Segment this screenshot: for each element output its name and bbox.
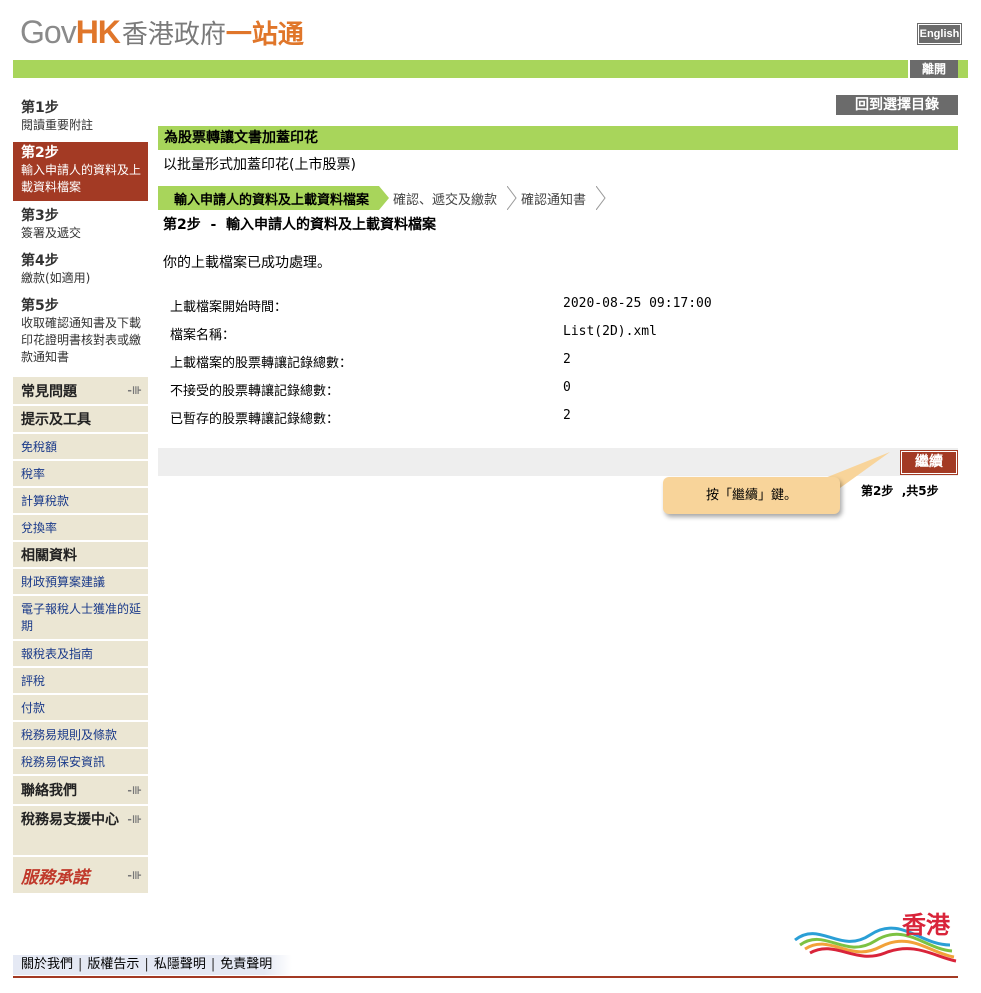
sidebar-item-extension[interactable]: 電子報稅人士獲准的延期 bbox=[13, 596, 148, 640]
expand-arrow-icon: -⊪ bbox=[127, 868, 142, 882]
detail-value-start-time: 2020-08-25 09:17:00 bbox=[563, 296, 712, 311]
govhk-logo[interactable]: Gov HK 香港政府 一站通 bbox=[20, 14, 304, 54]
expand-arrow-icon: -⊪ bbox=[127, 384, 142, 397]
sidebar-item-tax-calc[interactable]: 計算稅款 bbox=[13, 488, 148, 514]
progress-breadcrumb: 輸入申請人的資料及上載資料檔案 確認、遞交及繳款 確認通知書 bbox=[158, 186, 606, 210]
tooltip-callout: 按「繼續」鍵。 bbox=[663, 477, 840, 514]
sidebar-item-tax-rates[interactable]: 稅率 bbox=[13, 461, 148, 487]
english-button[interactable]: English bbox=[918, 24, 961, 44]
footer-divider bbox=[13, 976, 958, 978]
step-heading: 第2步 - 輸入申請人的資料及上載資料檔案 bbox=[163, 217, 437, 233]
detail-label-rejected-records: 不接受的股票轉讓記錄總數： bbox=[170, 384, 340, 399]
brand-hong-kong-text: 香港 bbox=[902, 911, 950, 939]
footer-link-disclaimer[interactable]: 免責聲明 bbox=[220, 955, 272, 975]
sidebar-contact-label: 聯絡我們 bbox=[21, 783, 77, 799]
sidebar-step-1: 第1步 閱讀重要附註 bbox=[13, 100, 148, 140]
success-message: 你的上載檔案已成功處理。 bbox=[163, 255, 331, 271]
breadcrumb-chevron-icon bbox=[379, 186, 390, 210]
sidebar-tips-label: 提示及工具 bbox=[21, 412, 91, 428]
brand-hong-kong-logo: 香港 bbox=[790, 905, 960, 965]
sidebar-item-allowances[interactable]: 免稅額 bbox=[13, 434, 148, 460]
detail-label-saved-records: 已暫存的股票轉讓記錄總數： bbox=[170, 412, 340, 427]
detail-value-total-records: 2 bbox=[563, 352, 571, 367]
sidebar-item-security[interactable]: 稅務易保安資訊 bbox=[13, 749, 148, 775]
step-desc: 輸入申請人的資料及上載資料檔案 bbox=[21, 163, 142, 194]
detail-label-total-records: 上載檔案的股票轉讓記錄總數： bbox=[170, 356, 353, 371]
breadcrumb-step-notice: 確認通知書 bbox=[521, 192, 587, 208]
step-desc: 簽署及遞交 bbox=[21, 226, 82, 240]
page-subtitle: 以批量形式加蓋印花(上市股票) bbox=[163, 157, 356, 173]
sidebar-tips-header: 提示及工具 bbox=[13, 406, 148, 433]
expand-arrow-icon: -⊪ bbox=[127, 813, 142, 826]
sidebar-step-5: 第5步 收取確認通知書及下載印花證明書核對表或繳款通知書 bbox=[13, 298, 148, 372]
step-desc: 繳款(如適用) bbox=[21, 271, 91, 285]
sidebar-related-label: 相關資料 bbox=[21, 547, 77, 564]
breadcrumb-step-confirm: 確認、遞交及繳款 bbox=[393, 192, 498, 208]
logo-zh-grey: 香港政府 bbox=[121, 19, 226, 49]
footer-links: 關於我們 | 版權告示 | 私隱聲明 | 免責聲明 bbox=[13, 955, 293, 975]
step-title: 第4步 bbox=[21, 253, 59, 269]
expand-arrow-icon: -⊪ bbox=[127, 783, 142, 797]
step-desc: 閱讀重要附註 bbox=[21, 118, 94, 132]
sidebar-item-assessment[interactable]: 評稅 bbox=[13, 668, 148, 694]
sidebar-item-tax-forms[interactable]: 報稅表及指南 bbox=[13, 641, 148, 667]
sidebar-support-label: 稅務易支援中心 bbox=[21, 812, 119, 828]
sidebar-contact[interactable]: 聯絡我們 -⊪ bbox=[13, 776, 148, 805]
sidebar-pledge[interactable]: 服務承諾 -⊪ bbox=[13, 857, 148, 894]
step-title: 第3步 bbox=[21, 208, 59, 224]
sidebar-item-payment[interactable]: 付款 bbox=[13, 695, 148, 721]
step-title: 第2步 bbox=[21, 145, 59, 161]
detail-label-start-time: 上載檔案開始時間： bbox=[170, 300, 288, 315]
detail-value-rejected-records: 0 bbox=[563, 380, 571, 395]
sidebar-faq[interactable]: 常見問題 -⊪ bbox=[13, 377, 148, 405]
sidebar-item-terms[interactable]: 稅務易規則及條款 bbox=[13, 722, 148, 748]
footer-link-copyright[interactable]: 版權告示 bbox=[87, 955, 139, 975]
sidebar-step-3: 第3步 簽署及遞交 bbox=[13, 208, 148, 248]
back-to-menu-button[interactable]: 回到選擇目錄 bbox=[836, 95, 958, 115]
sidebar-item-budget[interactable]: 財政預算案建議 bbox=[13, 569, 148, 595]
breadcrumb-step-upload: 輸入申請人的資料及上載資料檔案 bbox=[158, 186, 380, 210]
sidebar-faq-label: 常見問題 bbox=[21, 383, 77, 400]
step-title: 第5步 bbox=[21, 298, 59, 314]
logo-gov-text: Gov bbox=[20, 14, 77, 50]
logo-zh-orange: 一站通 bbox=[225, 19, 304, 49]
sidebar-item-exchange-rate[interactable]: 兌換率 bbox=[13, 515, 148, 541]
step-desc: 收取確認通知書及下載印花證明書核對表或繳款通知書 bbox=[21, 316, 142, 364]
logo-hk-text: HK bbox=[75, 14, 121, 50]
step-title: 第1步 bbox=[21, 100, 59, 116]
sidebar-pledge-label: 服務承諾 bbox=[21, 867, 89, 888]
sidebar-support[interactable]: 稅務易支援中心 -⊪ bbox=[13, 806, 148, 856]
detail-value-saved-records: 2 bbox=[563, 408, 571, 423]
breadcrumb-chevron-icon bbox=[507, 186, 517, 210]
logout-button[interactable]: 離開 bbox=[908, 60, 958, 78]
sidebar-related-header: 相關資料 bbox=[13, 542, 148, 568]
continue-button[interactable]: 繼續 bbox=[901, 451, 957, 474]
top-green-bar bbox=[13, 60, 968, 78]
footer-link-privacy[interactable]: 私隱聲明 bbox=[154, 955, 206, 975]
footer-link-about[interactable]: 關於我們 bbox=[21, 955, 73, 975]
detail-label-file-name: 檔案名稱： bbox=[170, 328, 236, 343]
breadcrumb-chevron-icon bbox=[596, 186, 606, 210]
sidebar-step-4: 第4步 繳款(如適用) bbox=[13, 253, 148, 293]
detail-value-file-name: List(2D).xml bbox=[563, 324, 657, 339]
sidebar-step-2-active: 第2步 輸入申請人的資料及上載資料檔案 bbox=[13, 142, 148, 201]
page-title: 為股票轉讓文書加蓋印花 bbox=[158, 126, 958, 150]
